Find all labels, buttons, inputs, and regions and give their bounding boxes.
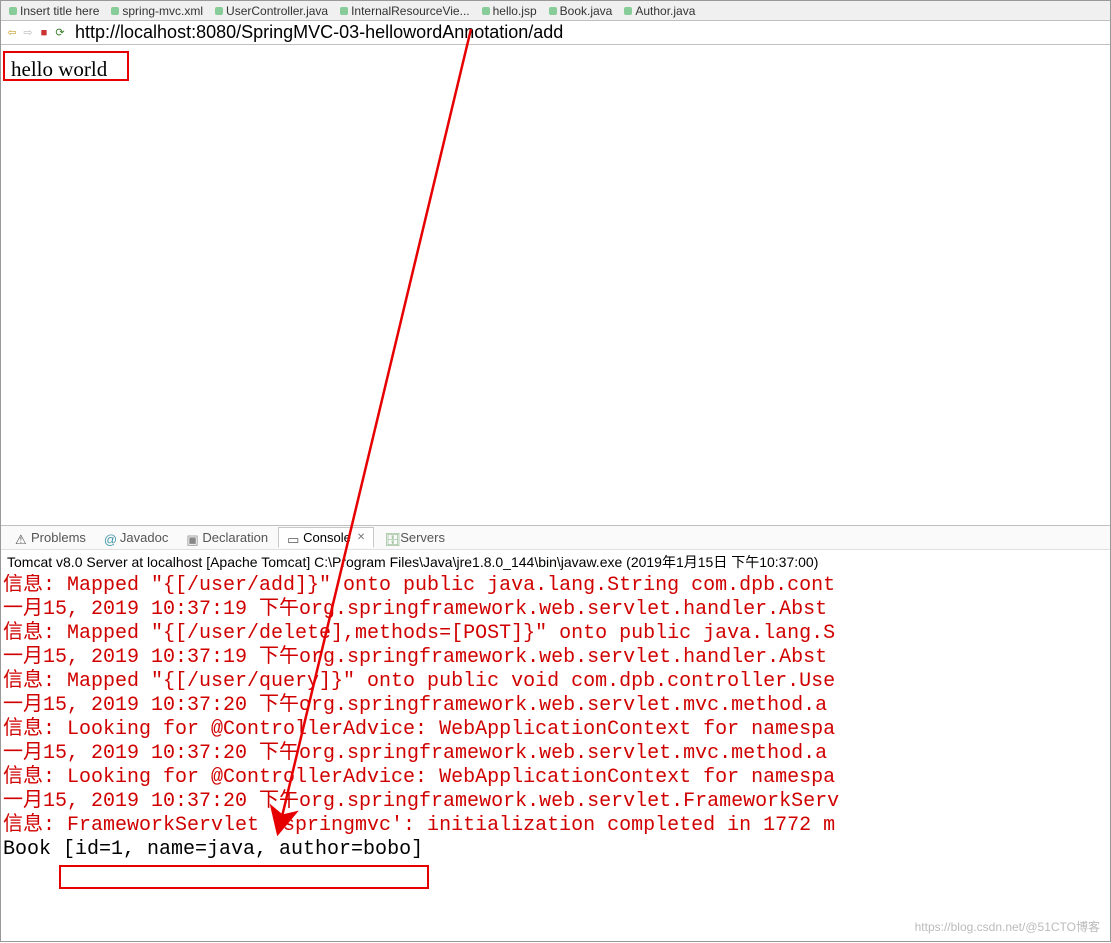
servers-icon: 🗄 xyxy=(384,532,396,544)
stop-button[interactable]: ■ xyxy=(37,26,51,40)
problems-icon: ⚠ xyxy=(15,532,27,544)
browser-toolbar: ⇦ ⇨ ■ ⟳ xyxy=(1,21,1110,45)
console-line: 信息: Mapped "{[/user/delete],methods=[POS… xyxy=(3,622,1110,646)
forward-button[interactable]: ⇨ xyxy=(21,26,35,40)
console-line: 一月15, 2019 10:37:20 下午org.springframewor… xyxy=(3,790,1110,814)
tab-label: Declaration xyxy=(202,530,268,545)
file-icon xyxy=(624,7,632,15)
tab-label: Problems xyxy=(31,530,86,545)
console-line: Book [id=1, name=java, author=bobo] xyxy=(3,838,1110,862)
close-icon[interactable]: ✕ xyxy=(355,532,365,543)
editor-tab-bar: Insert title here spring-mvc.xml UserCon… xyxy=(1,1,1110,21)
tab-problems[interactable]: ⚠ Problems xyxy=(7,528,94,547)
editor-tab[interactable]: hello.jsp xyxy=(478,3,545,18)
console-line: 一月15, 2019 10:37:20 下午org.springframewor… xyxy=(3,694,1110,718)
console-line: 一月15, 2019 10:37:19 下午org.springframewor… xyxy=(3,598,1110,622)
bottom-panel: ⚠ Problems @ Javadoc ▣ Declaration ▭ Console… xyxy=(1,525,1110,862)
console-process-title: Tomcat v8.0 Server at localhost [Apache … xyxy=(1,550,1110,574)
tab-servers[interactable]: 🗄 Servers xyxy=(376,528,453,547)
tab-javadoc[interactable]: @ Javadoc xyxy=(96,528,176,547)
file-icon xyxy=(482,7,490,15)
console-line: 信息: FrameworkServlet 'springmvc': initia… xyxy=(3,814,1110,838)
page-body-text: hello world xyxy=(7,55,115,86)
console-line: 一月15, 2019 10:37:20 下午org.springframewor… xyxy=(3,742,1110,766)
editor-tab[interactable]: Insert title here xyxy=(5,3,107,18)
console-line: 信息: Looking for @ControllerAdvice: WebAp… xyxy=(3,718,1110,742)
file-icon xyxy=(9,7,17,15)
console-line: 信息: Mapped "{[/user/query]}" onto public… xyxy=(3,670,1110,694)
watermark: https://blog.csdn.net/@51CTO博客 xyxy=(915,918,1100,935)
tab-label: Javadoc xyxy=(120,530,168,545)
tab-label: Book.java xyxy=(560,4,613,18)
file-icon xyxy=(549,7,557,15)
tab-label: InternalResourceVie... xyxy=(351,4,470,18)
tab-label: Servers xyxy=(400,530,445,545)
console-line: 一月15, 2019 10:37:19 下午org.springframewor… xyxy=(3,646,1110,670)
annotation-box-book xyxy=(59,865,429,889)
console-output[interactable]: 信息: Mapped "{[/user/add]}" onto public j… xyxy=(1,574,1110,862)
tab-label: spring-mvc.xml xyxy=(122,4,203,18)
tab-declaration[interactable]: ▣ Declaration xyxy=(178,528,276,547)
editor-tab[interactable]: Book.java xyxy=(545,3,621,18)
tab-label: Author.java xyxy=(635,4,695,18)
file-icon xyxy=(340,7,348,15)
console-line: 信息: Mapped "{[/user/add]}" onto public j… xyxy=(3,574,1110,598)
editor-tab[interactable]: InternalResourceVie... xyxy=(336,3,478,18)
tab-console[interactable]: ▭ Console ✕ xyxy=(278,527,374,548)
view-tabs: ⚠ Problems @ Javadoc ▣ Declaration ▭ Console… xyxy=(1,526,1110,550)
editor-tab[interactable]: Author.java xyxy=(620,3,703,18)
browser-viewport: hello world xyxy=(1,45,1110,525)
console-icon: ▭ xyxy=(287,532,299,544)
tab-label: hello.jsp xyxy=(493,4,537,18)
console-line: 信息: Looking for @ControllerAdvice: WebAp… xyxy=(3,766,1110,790)
declaration-icon: ▣ xyxy=(186,532,198,544)
file-icon xyxy=(111,7,119,15)
tab-label: Console xyxy=(303,530,351,545)
tab-label: Insert title here xyxy=(20,4,99,18)
file-icon xyxy=(215,7,223,15)
tab-label: UserController.java xyxy=(226,4,328,18)
url-input[interactable] xyxy=(69,22,1106,43)
refresh-button[interactable]: ⟳ xyxy=(53,26,67,40)
editor-tab[interactable]: spring-mvc.xml xyxy=(107,3,211,18)
back-button[interactable]: ⇦ xyxy=(5,26,19,40)
editor-tab[interactable]: UserController.java xyxy=(211,3,336,18)
javadoc-icon: @ xyxy=(104,532,116,544)
